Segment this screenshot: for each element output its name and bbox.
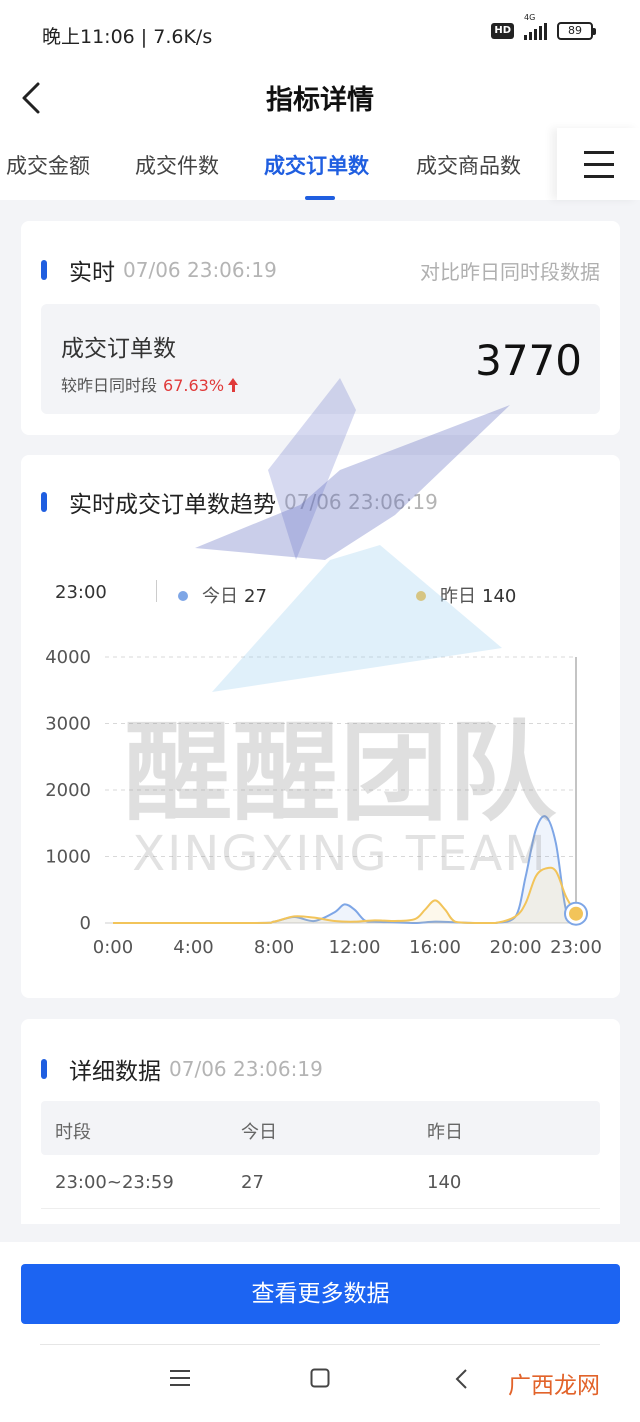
table-cell: 27 xyxy=(241,1172,264,1193)
realtime-header: 实时 07/06 23:06:19 xyxy=(41,253,277,287)
x-tick-label: 12:00 xyxy=(329,937,381,958)
menu-button[interactable] xyxy=(557,128,640,200)
metric-box: 成交订单数 较昨日同时段 67.63% 3770 xyxy=(41,304,600,414)
tab-gmv[interactable]: 成交金额 xyxy=(6,150,90,180)
y-tick-label: 4000 xyxy=(45,647,91,668)
y-tick-label: 1000 xyxy=(45,847,91,868)
x-tick-label: 0:00 xyxy=(93,937,133,958)
table-cell: 140 xyxy=(427,1172,462,1193)
series-area xyxy=(113,816,576,923)
x-tick-label: 23:00 xyxy=(550,937,602,958)
metric-value: 3770 xyxy=(475,336,582,385)
status-icons: HD 4G 89 xyxy=(491,13,596,40)
metric-compare: 较昨日同时段 67.63% xyxy=(61,372,239,396)
hamburger-icon xyxy=(584,151,614,154)
section-marker xyxy=(41,260,47,280)
column-header: 昨日 xyxy=(427,1122,463,1143)
view-more-button[interactable]: 查看更多数据 xyxy=(21,1264,620,1324)
trend-chart[interactable]: 0 1000 2000 3000 4000 0:00 4:00 8:00 12:00 16:00 2… xyxy=(21,455,620,998)
trend-card: 实时成交订单数趋势 07/06 23:06:19 23:00 今日 27 昨日 14… xyxy=(21,455,620,998)
x-tick-label: 4:00 xyxy=(173,937,213,958)
column-header: 今日 xyxy=(241,1122,277,1143)
compare-label: 较昨日同时段 xyxy=(61,376,158,395)
table-row: 23:00~23:59 27 140 xyxy=(41,1155,600,1209)
metric-tabs: 成交金额 成交件数 成交订单数 成交商品数 xyxy=(0,128,640,200)
nav-back-icon[interactable] xyxy=(454,1368,468,1390)
tab-orders[interactable]: 成交订单数 xyxy=(264,150,369,180)
detail-header: 详细数据 07/06 23:06:19 xyxy=(41,1052,323,1086)
status-time: 晚上11:06 | 7.6K/s xyxy=(42,26,213,48)
y-tick-label: 2000 xyxy=(45,780,91,801)
realtime-timestamp: 07/06 23:06:19 xyxy=(123,258,277,282)
nav-menu-icon[interactable] xyxy=(169,1368,191,1388)
column-header: 时段 xyxy=(55,1122,91,1143)
divider xyxy=(40,1344,600,1345)
table-header: 时段 今日 昨日 xyxy=(41,1101,600,1155)
hd-icon: HD xyxy=(491,23,514,39)
x-tick-label: 20:00 xyxy=(490,937,542,958)
page-title: 指标详情 xyxy=(266,85,374,116)
status-bar: 晚上11:06 | 7.6K/s HD 4G 89 xyxy=(0,0,640,70)
signal-icon: 4G xyxy=(524,13,547,40)
section-marker xyxy=(41,1059,47,1079)
compare-note: 对比昨日同时段数据 xyxy=(420,260,600,284)
title-bar: 指标详情 xyxy=(0,70,640,128)
y-tick-label: 3000 xyxy=(45,714,91,735)
nav-home-icon[interactable] xyxy=(310,1368,330,1388)
detail-timestamp: 07/06 23:06:19 xyxy=(169,1057,323,1081)
realtime-title: 实时 xyxy=(69,260,115,286)
table-cell: 23:00~23:59 xyxy=(55,1172,174,1193)
current-point-marker xyxy=(569,906,583,921)
battery-icon: 89 xyxy=(557,22,596,40)
tab-products[interactable]: 成交商品数 xyxy=(416,150,521,180)
tab-items[interactable]: 成交件数 xyxy=(135,150,219,180)
corner-watermark: 广西龙网 xyxy=(508,1373,600,1399)
bottom-area: 查看更多数据 广西龙网 xyxy=(0,1242,640,1422)
detail-card: 详细数据 07/06 23:06:19 时段 今日 昨日 23:00~23:59… xyxy=(21,1019,620,1224)
active-tab-indicator xyxy=(305,196,335,200)
metric-name: 成交订单数 xyxy=(61,336,176,362)
arrow-up-icon xyxy=(228,378,239,392)
x-tick-label: 8:00 xyxy=(254,937,294,958)
x-tick-label: 16:00 xyxy=(409,937,461,958)
detail-title: 详细数据 xyxy=(69,1059,161,1085)
realtime-card: 实时 07/06 23:06:19 对比昨日同时段数据 成交订单数 较昨日同时段… xyxy=(21,221,620,435)
y-tick-label: 0 xyxy=(80,913,91,934)
compare-percent: 67.63% xyxy=(163,376,225,395)
